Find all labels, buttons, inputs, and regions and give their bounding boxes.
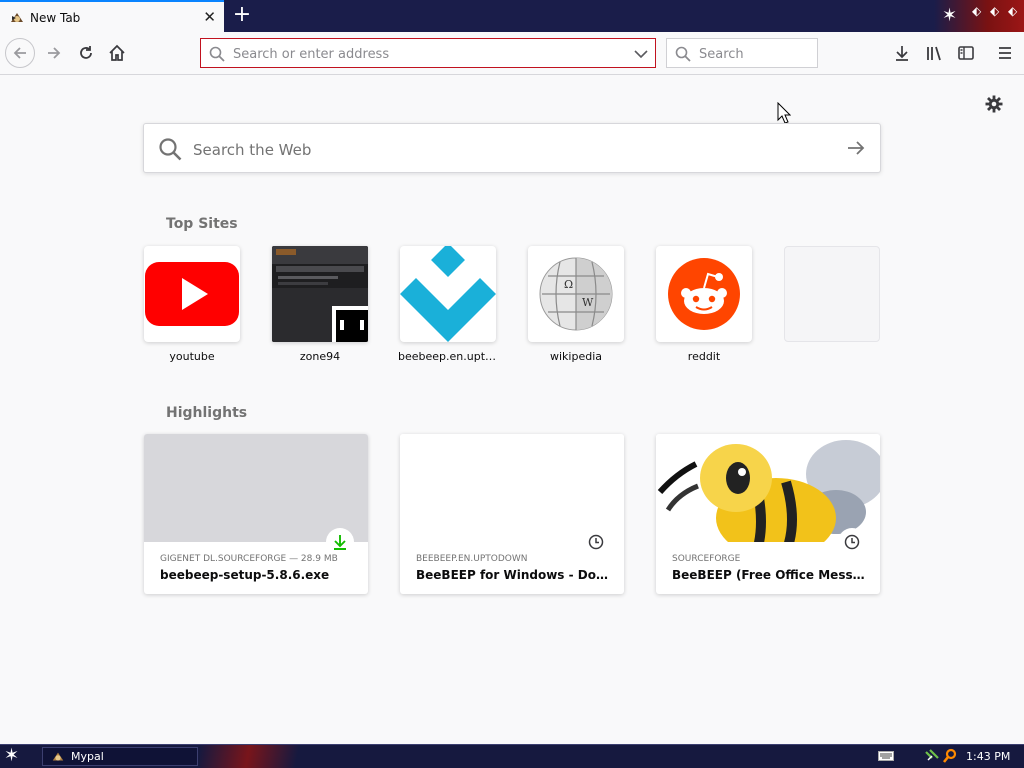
card-preview — [144, 434, 368, 542]
close-window-icon[interactable]: ⬖ — [1008, 4, 1017, 18]
wikipedia-logo-icon: Ω W — [539, 257, 613, 331]
highlight-card[interactable]: GIGENET DL.SOURCEFORGE — 28.9 MB beebeep… — [144, 434, 368, 594]
top-site-label: wikipedia — [549, 350, 602, 363]
taskbar-clock: 1:43 PM — [966, 750, 1011, 763]
reload-button[interactable] — [72, 39, 100, 67]
menu-button[interactable] — [991, 39, 1019, 67]
top-site-tile-zone94[interactable] — [272, 246, 368, 342]
mypal-icon — [52, 752, 64, 761]
taskbar-decoration — [200, 745, 320, 768]
home-button[interactable] — [103, 39, 131, 67]
search-icon — [675, 46, 691, 62]
mouse-cursor-icon — [777, 102, 791, 124]
highlight-card[interactable]: BEEBEEP.EN.UPTODOWN BeeBEEP for Windows … — [400, 434, 624, 594]
home-icon — [109, 44, 125, 61]
card-title: BeeBEEP (Free Office Messenge... — [672, 568, 868, 582]
network-icon[interactable] — [924, 748, 940, 764]
taskbar-button-mypal[interactable]: Mypal — [42, 747, 198, 766]
star-icon: ✶ — [942, 5, 958, 26]
nav-toolbar — [0, 32, 1024, 75]
top-site-tile-reddit[interactable] — [656, 246, 752, 342]
reload-icon — [80, 46, 92, 59]
minimize-icon[interactable]: ⬖ — [972, 4, 981, 18]
clock-badge — [838, 528, 866, 556]
zone94-thumbnail-icon — [272, 246, 368, 342]
card-title: BeeBEEP for Windows - Downlo... — [416, 568, 612, 582]
bee-image — [656, 434, 880, 542]
highlight-card[interactable]: SOURCEFORGE BeeBEEP (Free Office Messeng… — [656, 434, 880, 594]
tab-strip: New Tab ✕ + ✶ ⬖ ⬖ ⬖ — [0, 0, 1024, 32]
gear-icon[interactable] — [984, 94, 1004, 114]
top-site-tile-youtube[interactable] — [144, 246, 240, 342]
card-title: beebeep-setup-5.8.6.exe — [160, 568, 330, 582]
keyboard-icon[interactable] — [878, 751, 894, 761]
mypal-icon — [11, 13, 23, 22]
back-button[interactable] — [5, 38, 35, 68]
top-site-tile-empty[interactable] — [784, 246, 880, 342]
web-search-input[interactable] — [191, 137, 835, 163]
top-site-label: beebeep.en.upto... — [398, 350, 498, 363]
top-site-label: reddit — [687, 350, 721, 363]
svg-text:Ω: Ω — [564, 278, 573, 291]
forward-button[interactable] — [40, 39, 68, 67]
arrow-left-icon — [13, 47, 26, 59]
close-tab-icon[interactable]: ✕ — [203, 8, 216, 26]
tab-new-tab[interactable]: New Tab ✕ — [0, 0, 224, 32]
url-bar[interactable] — [200, 38, 656, 68]
maximize-icon[interactable]: ⬖ — [990, 4, 999, 18]
tab-title: New Tab — [30, 11, 81, 25]
top-site-tile-wikipedia[interactable]: Ω W — [528, 246, 624, 342]
card-source: BEEBEEP.EN.UPTODOWN — [416, 554, 528, 564]
start-button[interactable]: ✶ — [4, 746, 19, 766]
downloads-button[interactable] — [888, 39, 916, 67]
library-button[interactable] — [920, 39, 948, 67]
top-sites-heading: Top Sites — [166, 216, 238, 232]
top-site-label: zone94 — [299, 350, 341, 363]
arrow-right-icon[interactable] — [846, 138, 866, 158]
highlights-heading: Highlights — [166, 405, 248, 421]
top-site-label: youtube — [169, 350, 215, 363]
search-bar[interactable] — [666, 38, 818, 68]
web-search-box[interactable] — [143, 123, 881, 173]
beebeep-logo-icon — [400, 246, 496, 342]
taskbar: ✶ Mypal 1:43 PM — [0, 744, 1024, 768]
sidebar-icon — [958, 46, 974, 60]
card-source: GIGENET DL.SOURCEFORGE — 28.9 MB — [160, 554, 338, 564]
download-badge — [326, 528, 354, 556]
clock-icon — [588, 534, 604, 550]
clock-icon — [844, 534, 860, 550]
svg-text:W: W — [582, 296, 594, 309]
top-site-tile-beebeep[interactable] — [400, 246, 496, 342]
reddit-logo-icon — [668, 258, 740, 330]
search-input[interactable] — [697, 43, 816, 65]
download-icon — [896, 46, 908, 61]
download-icon — [334, 535, 346, 550]
search-icon — [209, 46, 225, 62]
arrow-right-icon — [48, 47, 61, 59]
card-preview — [400, 434, 624, 542]
sidebar-button[interactable] — [952, 39, 980, 67]
library-icon — [927, 46, 941, 61]
chevron-down-icon[interactable] — [633, 46, 649, 62]
search-tray-icon[interactable] — [942, 748, 958, 764]
search-icon — [159, 138, 182, 161]
url-input[interactable] — [231, 43, 625, 65]
youtube-logo-icon — [145, 262, 239, 326]
new-tab-button[interactable]: + — [230, 3, 254, 27]
taskbar-app-label: Mypal — [71, 750, 104, 763]
card-source: SOURCEFORGE — [672, 554, 741, 564]
clock-badge — [582, 528, 610, 556]
hamburger-menu-icon — [999, 47, 1011, 59]
